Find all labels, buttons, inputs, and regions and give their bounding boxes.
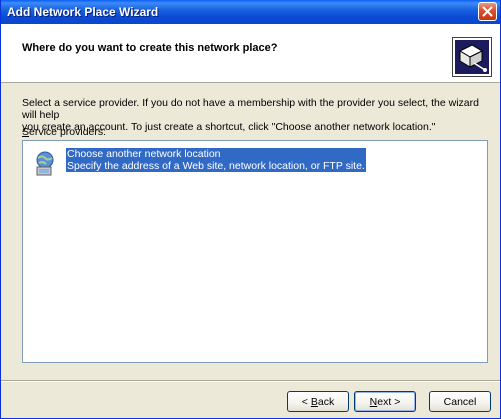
close-button[interactable] (478, 2, 497, 21)
next-button[interactable]: Next > (354, 391, 416, 412)
next-accelerator: N (369, 395, 378, 408)
back-label: ack (317, 395, 335, 408)
globe-computer-icon (36, 151, 54, 176)
next-label: ext > (377, 395, 401, 408)
window-title: Add Network Place Wizard (7, 5, 159, 19)
list-item[interactable]: Choose another network location Specify … (34, 148, 366, 180)
back-prefix: < (301, 395, 311, 408)
service-providers-list[interactable]: Choose another network location Specify … (22, 140, 488, 363)
back-button[interactable]: < Back (287, 391, 349, 412)
list-item-detail: Specify the address of a Web site, netwo… (67, 160, 365, 172)
list-item-name: Choose another network location (67, 148, 221, 160)
cancel-button[interactable]: Cancel (429, 391, 491, 412)
network-folder-icon (452, 37, 492, 77)
wizard-header: Where do you want to create this network… (1, 24, 500, 83)
description-line-1: Select a service provider. If you do not… (22, 97, 479, 121)
footer-divider (1, 380, 500, 382)
label-accelerator: S (22, 126, 30, 138)
service-providers-label: Service providers: (22, 126, 106, 138)
list-item-text: Choose another network location Specify … (66, 148, 366, 172)
page-title: Where do you want to create this network… (22, 42, 278, 54)
wizard-window: Add Network Place Wizard Where do you wa… (0, 0, 501, 419)
label-rest: ervice providers: (29, 126, 107, 138)
title-bar[interactable]: Add Network Place Wizard (1, 0, 500, 24)
back-accelerator: B (310, 395, 318, 408)
close-icon (482, 6, 493, 17)
